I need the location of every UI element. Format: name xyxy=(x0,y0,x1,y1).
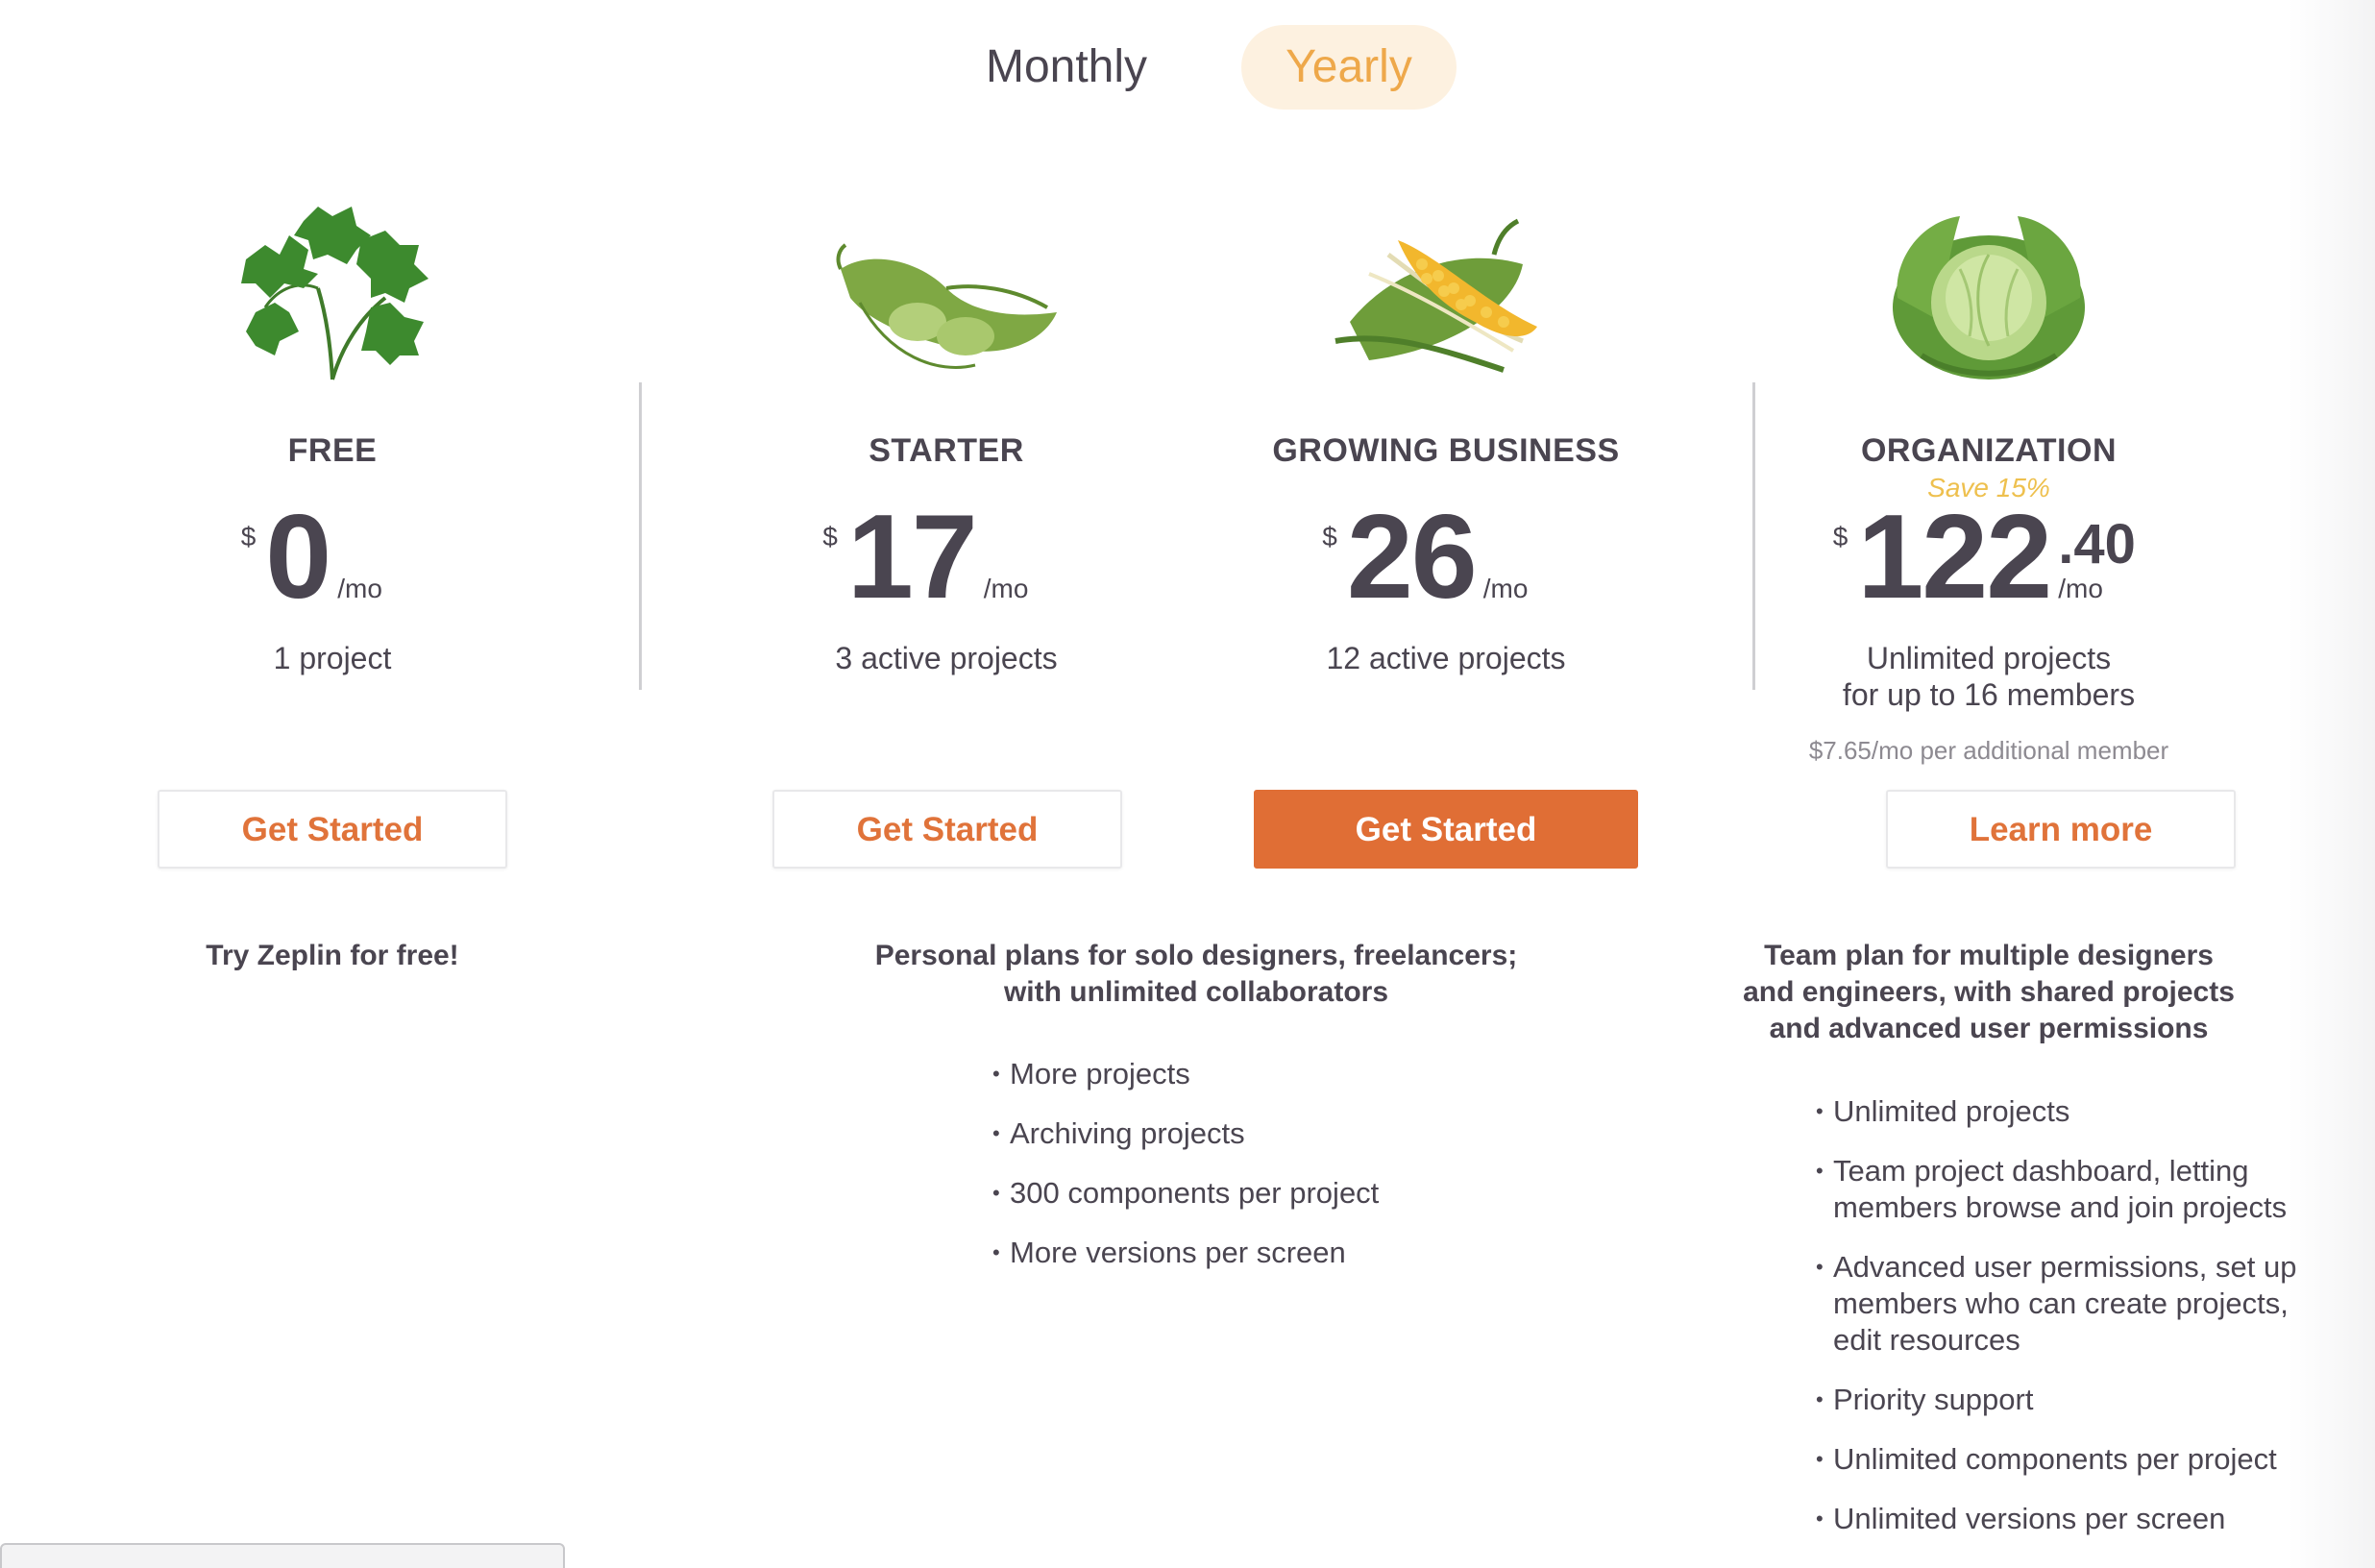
price-amount: 17 xyxy=(846,491,978,624)
feature-item: More versions per screen xyxy=(992,1235,1473,1271)
feature-item: Advanced user permissions, set up member… xyxy=(1816,1249,2335,1359)
corn-image xyxy=(1334,218,1537,373)
get-started-starter-button[interactable]: Get Started xyxy=(772,790,1122,869)
plan-name: STARTER xyxy=(869,432,1024,469)
price-amount: 0 xyxy=(265,491,331,624)
description-line: and engineers, with shared projects xyxy=(1743,976,2235,1008)
project-limit: 3 active projects xyxy=(835,641,1058,675)
feature-item: Unlimited components per project xyxy=(1816,1441,2335,1478)
bean-pod-image xyxy=(836,243,1057,369)
personal-features-list: More projects Archiving projects 300 com… xyxy=(992,1056,1473,1294)
feature-line: Team project dashboard, letting xyxy=(1833,1154,2249,1188)
project-limit-line: Unlimited projects xyxy=(1866,641,2112,675)
description-line: and advanced user permissions xyxy=(1769,1013,2209,1044)
price-period: /mo xyxy=(337,574,382,603)
cabbage-image xyxy=(1893,216,2085,380)
feature-line: members who can create projects, xyxy=(1833,1286,2289,1320)
divider-free-starter xyxy=(639,382,642,690)
get-started-free-button[interactable]: Get Started xyxy=(158,790,507,869)
project-limit: Unlimited projects for up to 16 members xyxy=(1773,640,2205,713)
currency-symbol: $ xyxy=(240,522,257,551)
project-limit: 1 project xyxy=(273,641,392,675)
additional-member-price: $7.65/mo per additional member xyxy=(1808,736,2169,765)
feature-item: Unlimited versions per screen xyxy=(1816,1501,2335,1537)
personal-plans-description: Personal plans for solo designers, freel… xyxy=(845,938,1547,1011)
feature-item: Team project dashboard, letting members … xyxy=(1816,1153,2335,1226)
plan-name: FREE xyxy=(287,432,378,469)
plan-growing-business: GROWING BUSINESS $26/mo 12 active projec… xyxy=(1254,0,1638,1568)
organization-features-list: Unlimited projects Team project dashboar… xyxy=(1816,1093,2335,1560)
price-cents: .40 xyxy=(2058,513,2136,576)
description-line: with unlimited collaborators xyxy=(1003,976,1389,1008)
plan-free: FREE $0/mo 1 project Get Started Try Zep… xyxy=(140,0,525,1568)
feature-item: Archiving projects xyxy=(992,1115,1473,1152)
price: $0/mo xyxy=(140,495,525,620)
description-line: Personal plans for solo designers, freel… xyxy=(874,940,1518,971)
price-period: /mo xyxy=(983,574,1029,603)
plan-description: Try Zeplin for free! xyxy=(206,940,459,971)
price-period: /mo xyxy=(2058,574,2103,603)
feature-item: More projects xyxy=(992,1056,1473,1092)
feature-item: Unlimited projects xyxy=(1816,1093,2335,1130)
feature-item: 300 components per project xyxy=(992,1175,1473,1212)
feature-line: edit resources xyxy=(1833,1323,2020,1357)
plan-name: GROWING BUSINESS xyxy=(1272,432,1620,469)
divider-growing-organization xyxy=(1752,382,1755,690)
price-amount: 26 xyxy=(1346,491,1478,624)
price-period: /mo xyxy=(1482,574,1529,603)
feature-item: Priority support xyxy=(1816,1382,2335,1418)
price: $17/mo xyxy=(754,495,1139,620)
price-amount: 122 xyxy=(1857,491,2052,624)
feature-line: members browse and join projects xyxy=(1833,1190,2288,1224)
price: $122.40/mo xyxy=(1773,495,2205,620)
feature-line: Advanced user permissions, set up xyxy=(1833,1250,2297,1284)
member-limit-line: for up to 16 members xyxy=(1842,677,2136,712)
price: $26/mo xyxy=(1254,495,1638,620)
plan-description: Team plan for multiple designers and eng… xyxy=(1701,938,2277,1047)
currency-symbol: $ xyxy=(1322,522,1337,551)
bottom-panel-edge xyxy=(0,1543,565,1568)
get-started-growing-business-button[interactable]: Get Started xyxy=(1254,790,1638,869)
parsley-image xyxy=(241,207,428,380)
plan-starter: STARTER $17/mo 3 active projects Get Sta… xyxy=(754,0,1139,1568)
description-line: Team plan for multiple designers xyxy=(1764,940,2214,971)
currency-symbol: $ xyxy=(1832,522,1849,551)
project-limit: 12 active projects xyxy=(1326,641,1566,675)
currency-symbol: $ xyxy=(822,522,838,551)
plan-name: ORGANIZATION xyxy=(1860,432,2117,469)
learn-more-button[interactable]: Learn more xyxy=(1886,790,2236,869)
